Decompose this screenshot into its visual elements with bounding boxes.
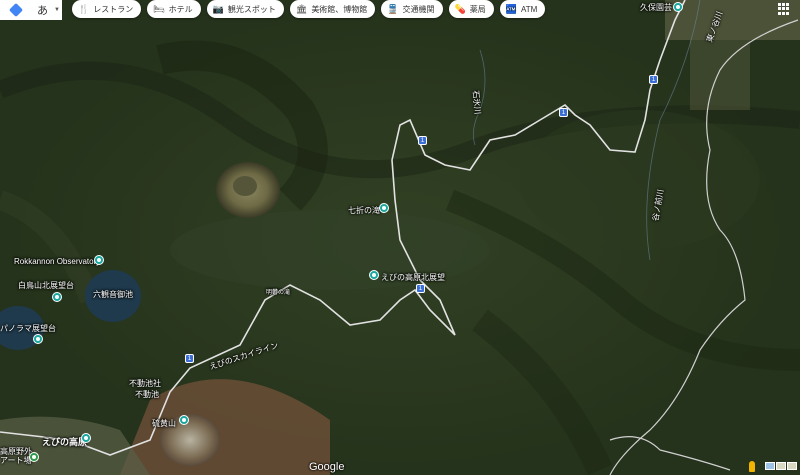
poi-pin-rokkannon-obs[interactable] — [94, 255, 104, 265]
chip-atm[interactable]: 🏧 ATM — [499, 0, 546, 18]
chip-label: 美術館、博物館 — [311, 4, 368, 14]
directions-icon — [8, 2, 24, 18]
category-chips: 🍴 レストラン 🛏 ホテル 📷 観光スポット 🏛 美術館、博物館 🚆 交通機関 … — [72, 0, 546, 18]
pegman-icon[interactable] — [749, 461, 755, 472]
poi-pin-ebino-kogen[interactable] — [81, 433, 91, 443]
place-label-iozan[interactable]: 硫黄山 — [152, 418, 176, 429]
poi-pin-panorama[interactable] — [33, 334, 43, 344]
layer-thumb-icon[interactable] — [787, 462, 797, 470]
river-label-ishizawa: 石氷川 — [471, 90, 483, 115]
place-label-meikan: 明礬の滝 — [266, 290, 291, 296]
layer-thumb-icon[interactable] — [765, 462, 775, 470]
layer-thumb-icon[interactable] — [776, 462, 786, 470]
chip-label: レストラン — [93, 4, 134, 14]
place-label-rokkannon-obs[interactable]: Rokkannon Observatory — [14, 257, 100, 266]
chip-label: ATM — [520, 4, 538, 14]
chip-label: 交通機関 — [402, 4, 435, 14]
place-label-fudo-pond: 不動池 — [135, 390, 159, 399]
fork-knife-icon: 🍴 — [78, 3, 90, 14]
place-label-kubo[interactable]: 久保園芸 — [640, 2, 672, 13]
chip-restaurants[interactable]: 🍴 レストラン — [72, 0, 142, 18]
directions-button[interactable] — [0, 0, 33, 20]
layer-thumbnails[interactable] — [765, 462, 797, 470]
chip-transit[interactable]: 🚆 交通機関 — [381, 0, 443, 18]
google-logo: Google — [309, 461, 345, 473]
route-shield: 1 — [649, 75, 658, 84]
poi-pin-shiratori[interactable] — [52, 292, 62, 302]
place-label-camp[interactable]: 高原野外 アート場 — [0, 447, 32, 465]
camera-icon: 📷 — [212, 3, 224, 14]
poi-pin-iozan[interactable] — [179, 415, 189, 425]
poi-pin-kubo[interactable] — [673, 2, 683, 12]
chip-label: ホテル — [168, 4, 193, 14]
poi-pin-nanaori[interactable] — [379, 203, 389, 213]
train-icon: 🚆 — [387, 3, 399, 14]
place-label-nanaori[interactable]: 七折の滝 — [348, 205, 380, 216]
poi-pin-ebino-north[interactable] — [369, 270, 379, 280]
route-shield: 1 — [418, 136, 427, 145]
input-language-button[interactable]: あ ▼ — [32, 0, 62, 20]
chip-attractions[interactable]: 📷 観光スポット — [206, 0, 284, 18]
chip-label: 観光スポット — [227, 4, 276, 14]
satellite-map[interactable] — [0, 0, 800, 475]
caret-down-icon: ▼ — [54, 7, 60, 13]
place-label-ebino-north[interactable]: えびの高原北展望 — [381, 272, 445, 283]
place-label-rokkannon-pond: 六観音御池 — [93, 290, 133, 299]
pharmacy-icon: 💊 — [454, 3, 466, 14]
bed-icon: 🛏 — [153, 3, 165, 14]
place-label-fudo-shrine[interactable]: 不動池社 — [129, 378, 161, 389]
poi-pin-camp[interactable] — [29, 452, 39, 462]
museum-icon: 🏛 — [295, 3, 308, 14]
place-label-panorama[interactable]: パノラマ展望台 — [0, 323, 56, 334]
apps-grid-button[interactable] — [778, 3, 790, 15]
place-label-shiratori[interactable]: 白鳥山北展望台 — [18, 280, 74, 291]
route-shield: 1 — [185, 354, 194, 363]
language-label: あ — [37, 5, 48, 17]
route-shield: 1 — [559, 108, 568, 117]
chip-label: 薬局 — [469, 4, 486, 14]
chip-hotels[interactable]: 🛏 ホテル — [147, 0, 201, 18]
route-shield: 1 — [416, 284, 425, 293]
chip-pharmacy[interactable]: 💊 薬局 — [448, 0, 494, 18]
atm-icon: 🏧 — [505, 3, 517, 14]
chip-museums[interactable]: 🏛 美術館、博物館 — [289, 0, 376, 18]
